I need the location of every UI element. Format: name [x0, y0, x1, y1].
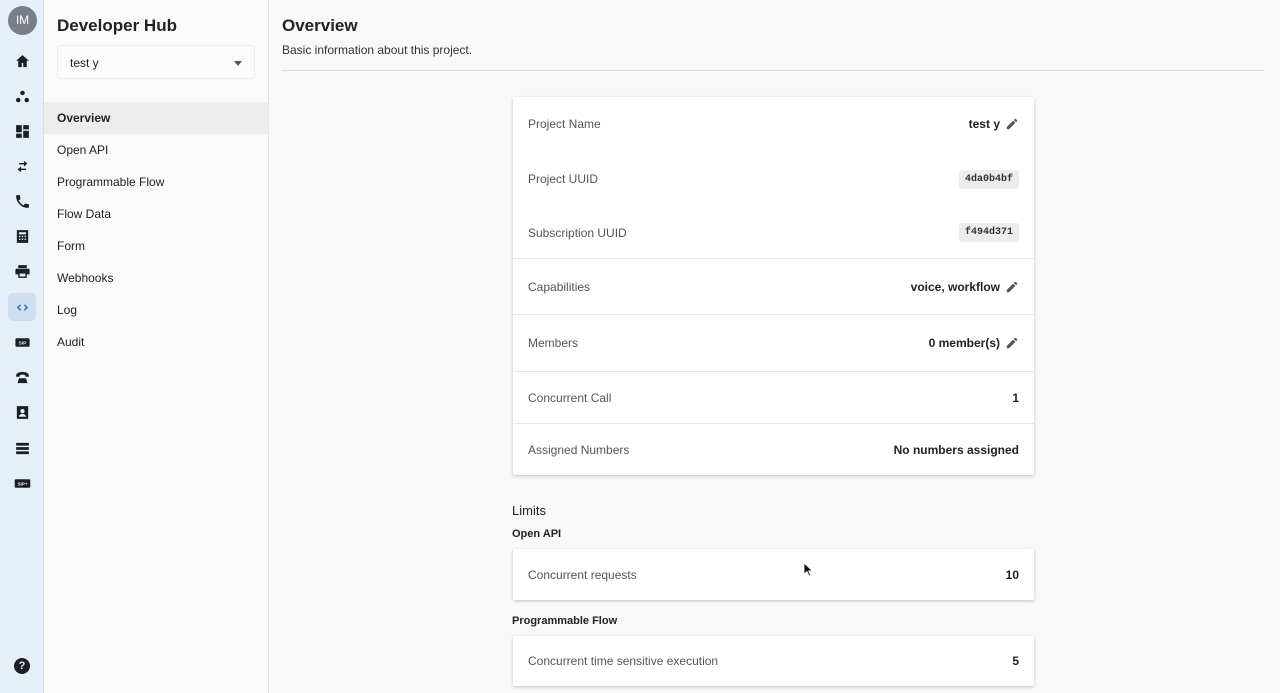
- members-label: Members: [528, 336, 579, 350]
- nav-item-webhooks[interactable]: Webhooks: [44, 262, 268, 294]
- programmable-flow-limits-title: Programmable Flow: [512, 615, 618, 627]
- billing-icon[interactable]: [8, 222, 36, 250]
- transfer-icon[interactable]: [8, 152, 36, 180]
- project-select-value: test y: [70, 56, 99, 70]
- main-content: Overview Basic information about this pr…: [270, 0, 1280, 693]
- edit-capabilities-icon[interactable]: [1005, 280, 1019, 294]
- members-row: Members 0 member(s): [513, 314, 1034, 371]
- project-uuid-label: Project UUID: [528, 172, 599, 186]
- dashboard-icon[interactable]: [8, 117, 36, 145]
- programmable-flow-limits-card: Concurrent time sensitive execution 5: [513, 636, 1034, 686]
- help-icon[interactable]: ?: [14, 658, 30, 674]
- phone-icon[interactable]: [8, 187, 36, 215]
- svg-text:SIP: SIP: [18, 340, 27, 346]
- sidebar: Developer Hub test y Overview Open API P…: [44, 0, 269, 693]
- open-api-limits-title: Open API: [512, 528, 562, 540]
- nav-item-overview[interactable]: Overview: [44, 102, 268, 134]
- sip-plus-icon[interactable]: SIP+: [8, 469, 36, 497]
- page-subtitle: Basic information about this project.: [282, 43, 473, 57]
- concurrent-call-value: 1: [1012, 390, 1019, 405]
- project-name-label: Project Name: [528, 117, 601, 131]
- capabilities-value: voice, workflow: [910, 279, 1000, 294]
- subscription-uuid-row: Subscription UUID f494d371: [513, 207, 1034, 258]
- code-icon[interactable]: [8, 293, 36, 321]
- nav-item-flow-data[interactable]: Flow Data: [44, 198, 268, 230]
- nav-item-form[interactable]: Form: [44, 230, 268, 262]
- capabilities-row: Capabilities voice, workflow: [513, 258, 1034, 314]
- svg-text:SIP+: SIP+: [17, 481, 27, 486]
- project-info-card: Project Name test y Project UUID 4da0b4b…: [513, 97, 1034, 475]
- project-name-value: test y: [968, 117, 1000, 131]
- subscription-uuid-label: Subscription UUID: [528, 225, 627, 240]
- project-name-row: Project Name test y: [513, 97, 1034, 151]
- contacts-icon[interactable]: [8, 398, 36, 426]
- header-divider: [282, 70, 1264, 71]
- sidebar-title: Developer Hub: [57, 16, 177, 35]
- nav-item-open-api[interactable]: Open API: [44, 134, 268, 166]
- assigned-numbers-label: Assigned Numbers: [528, 442, 630, 457]
- project-uuid-chip[interactable]: 4da0b4bf: [958, 169, 1019, 189]
- nav-item-programmable-flow[interactable]: Programmable Flow: [44, 166, 268, 198]
- assigned-numbers-row: Assigned Numbers No numbers assigned: [513, 423, 1034, 475]
- edit-members-icon[interactable]: [1005, 336, 1019, 350]
- concurrent-execution-row: Concurrent time sensitive execution 5: [513, 636, 1034, 686]
- telephone-icon[interactable]: [8, 363, 36, 391]
- concurrent-requests-label: Concurrent requests: [528, 567, 637, 582]
- subscription-uuid-chip[interactable]: f494d371: [958, 223, 1019, 242]
- printer-icon[interactable]: [8, 257, 36, 285]
- project-select[interactable]: test y: [57, 45, 255, 79]
- open-api-limits-card: Concurrent requests 10: [513, 549, 1034, 600]
- limits-title: Limits: [512, 503, 546, 518]
- concurrent-execution-value: 5: [1012, 654, 1019, 668]
- assigned-numbers-value: No numbers assigned: [893, 442, 1019, 457]
- project-uuid-row: Project UUID 4da0b4bf: [513, 151, 1034, 207]
- chevron-down-icon: [234, 61, 242, 66]
- page-title: Overview: [282, 16, 358, 35]
- storage-icon[interactable]: [8, 434, 36, 462]
- concurrent-requests-value: 10: [1005, 567, 1019, 582]
- app-rail: IM SIP SIP+ ?: [0, 0, 44, 693]
- edit-project-name-icon[interactable]: [1005, 117, 1019, 131]
- sidebar-nav: Overview Open API Programmable Flow Flow…: [44, 102, 268, 358]
- mouse-cursor-icon: [804, 563, 814, 577]
- nav-item-audit[interactable]: Audit: [44, 326, 268, 358]
- user-avatar[interactable]: IM: [8, 6, 37, 35]
- capabilities-label: Capabilities: [528, 279, 591, 294]
- home-icon[interactable]: [8, 47, 36, 75]
- sip-icon[interactable]: SIP: [8, 328, 36, 356]
- concurrent-call-row: Concurrent Call 1: [513, 371, 1034, 423]
- members-value: 0 member(s): [928, 336, 1000, 350]
- concurrent-requests-row: Concurrent requests 10: [513, 549, 1034, 600]
- hub-icon[interactable]: [8, 82, 36, 110]
- nav-item-log[interactable]: Log: [44, 294, 268, 326]
- concurrent-call-label: Concurrent Call: [528, 390, 612, 405]
- concurrent-execution-label: Concurrent time sensitive execution: [528, 654, 719, 668]
